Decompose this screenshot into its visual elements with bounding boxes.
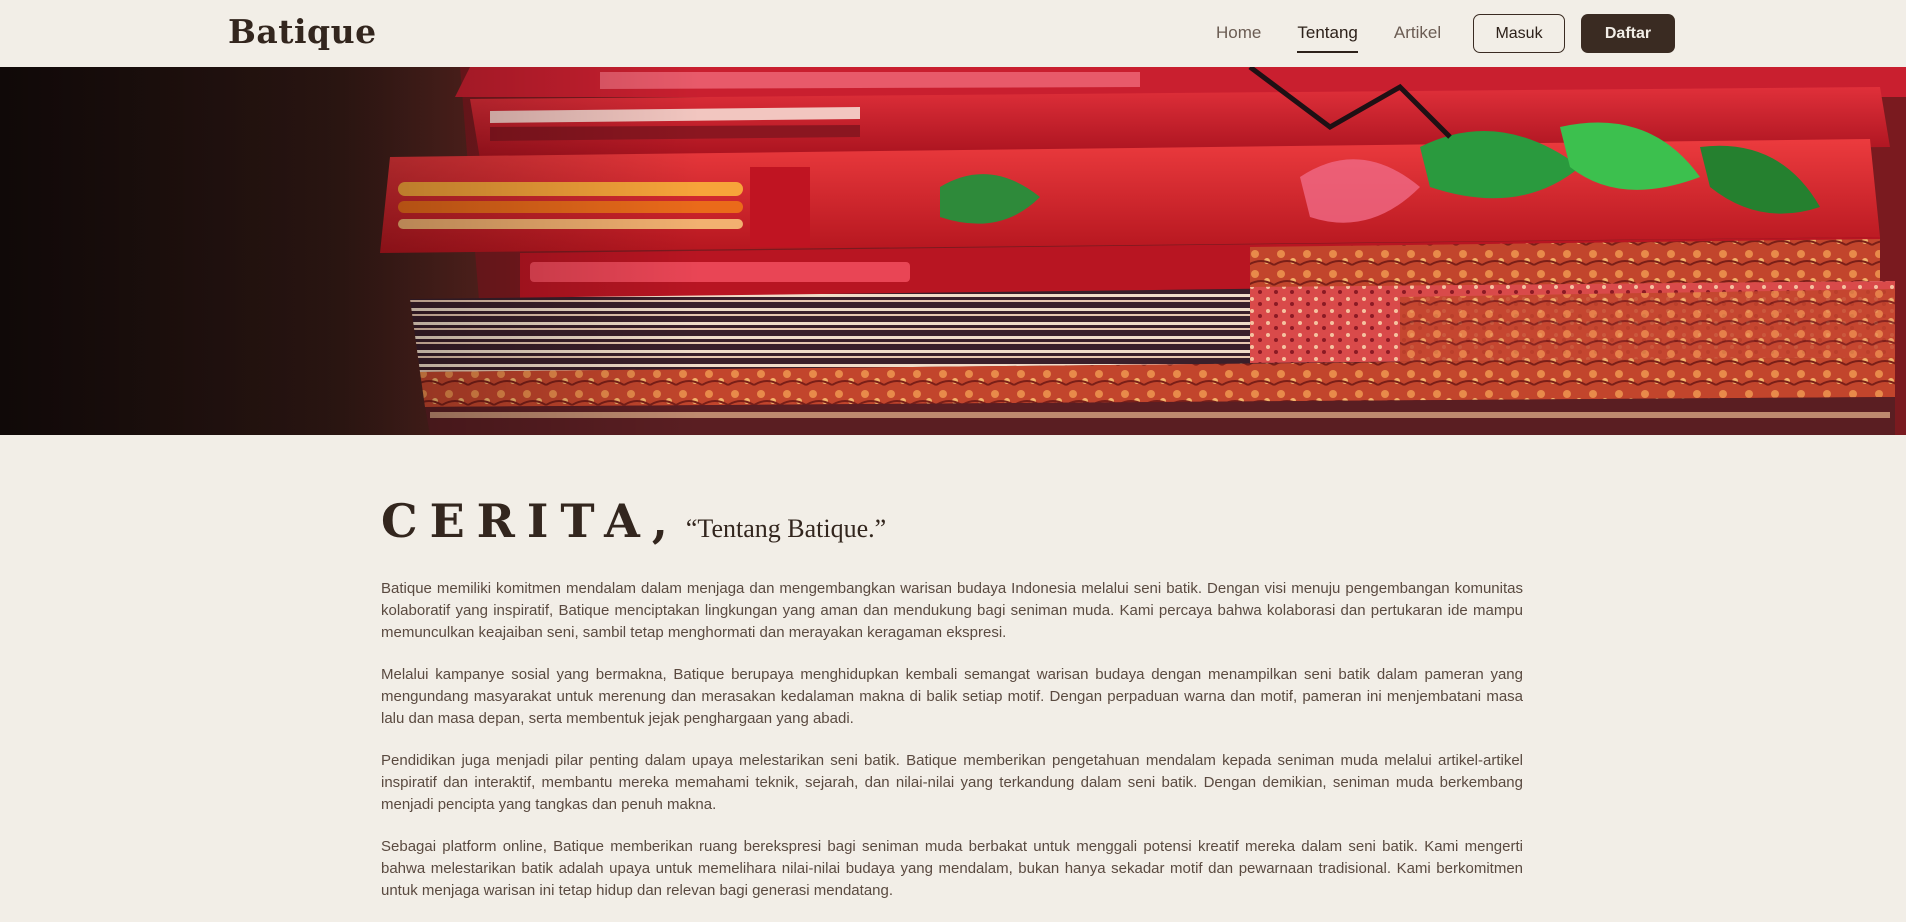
story-paragraph: Melalui kampanye sosial yang bermakna, B… <box>381 666 1523 727</box>
batik-fabric-image <box>0 67 1906 435</box>
nav-link-home[interactable]: Home <box>1216 23 1261 53</box>
nav-link-tentang[interactable]: Tentang <box>1297 23 1358 53</box>
navbar: Batique Home Tentang Artikel Masuk Dafta… <box>0 0 1906 67</box>
story-subtitle: “Tentang Batique.” <box>685 514 887 543</box>
register-button[interactable]: Daftar <box>1581 14 1675 53</box>
login-button[interactable]: Masuk <box>1473 14 1565 53</box>
nav-links: Home Tentang Artikel <box>1216 23 1477 53</box>
story-heading: CERITA, “Tentang Batique.” <box>381 494 1523 548</box>
story-paragraphs: Batique memiliki komitmen mendalam dalam… <box>381 578 1523 902</box>
story-paragraph: Batique memiliki komitmen mendalam dalam… <box>381 580 1523 641</box>
nav-link-artikel[interactable]: Artikel <box>1394 23 1441 53</box>
story-paragraph: Pendidikan juga menjadi pilar penting da… <box>381 752 1523 813</box>
hero-banner <box>0 67 1906 435</box>
story-section: CERITA, “Tentang Batique.” Batique memil… <box>381 494 1523 922</box>
brand-logo[interactable]: Batique <box>228 12 377 51</box>
story-paragraph: Sebagai platform online, Batique memberi… <box>381 838 1523 899</box>
story-title: CERITA, <box>381 494 680 548</box>
